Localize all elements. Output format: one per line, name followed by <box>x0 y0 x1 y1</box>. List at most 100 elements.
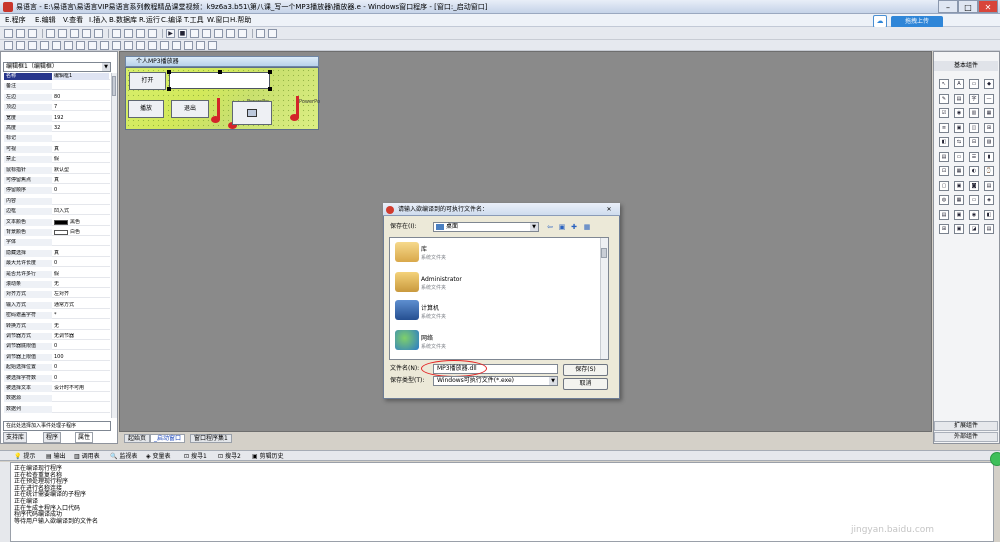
lock-icon[interactable] <box>196 41 205 50</box>
grid-icon[interactable] <box>184 41 193 50</box>
property-row[interactable]: 字体 <box>4 239 110 247</box>
menu-tools[interactable]: T.工具 <box>181 15 207 26</box>
library-folder-icon[interactable] <box>395 242 419 262</box>
property-value[interactable]: 编辑框1 <box>53 73 109 80</box>
align-center-icon[interactable] <box>16 41 25 50</box>
property-value[interactable]: 假 <box>53 156 109 163</box>
property-row[interactable]: 滚动条无 <box>4 281 110 288</box>
property-value[interactable]: 设计时不可用 <box>53 385 109 392</box>
tab-variables[interactable]: ◈ 变量表 <box>146 452 171 461</box>
component-tool-icon[interactable]: ⊞ <box>939 224 949 234</box>
file-item-name[interactable]: Administrator <box>421 276 462 283</box>
new-folder-icon[interactable]: ✚ <box>569 222 579 232</box>
media-player-component[interactable] <box>232 101 272 125</box>
cancel-button[interactable]: 取消 <box>563 378 608 390</box>
align-top-icon[interactable] <box>40 41 49 50</box>
component-tool-icon[interactable]: ▣ <box>954 209 964 220</box>
tab-order-icon[interactable] <box>208 41 217 50</box>
tab-output[interactable]: ▤ 输出 <box>46 452 66 461</box>
property-value[interactable] <box>53 198 109 205</box>
property-row[interactable]: 备注 <box>4 83 110 91</box>
property-row[interactable]: 可停留焦点真 <box>4 177 110 184</box>
component-tool-icon[interactable]: ▣ <box>954 122 964 133</box>
undo-icon[interactable] <box>82 29 91 38</box>
component-tool-icon[interactable]: ◪ <box>969 224 979 234</box>
chevron-down-icon[interactable]: ▼ <box>549 377 557 385</box>
menu-database[interactable]: B.数据库 <box>106 15 140 26</box>
binoculars-icon[interactable] <box>268 29 277 38</box>
component-tool-icon[interactable]: ◉ <box>969 209 979 220</box>
redo-icon[interactable] <box>94 29 103 38</box>
property-row[interactable]: 停留顺序 0 <box>4 187 110 195</box>
property-row[interactable]: 输入方式 通常方式 <box>4 301 110 309</box>
open-file-icon[interactable] <box>16 29 25 38</box>
menu-program[interactable]: E.程序 <box>2 15 29 26</box>
event-selector[interactable]: 在此处选择加入事件处理子程序 <box>3 421 111 431</box>
selection-handle[interactable] <box>167 70 171 74</box>
external-components-button[interactable]: 外部组件 <box>934 432 998 442</box>
selection-handle[interactable] <box>268 70 272 74</box>
bring-front-icon[interactable] <box>160 41 169 50</box>
save-in-combo[interactable]: 桌面 <box>433 222 539 232</box>
exit-button[interactable]: 退出 <box>171 100 209 118</box>
cut-icon[interactable] <box>46 29 55 38</box>
component-tool-icon[interactable]: ◫ <box>969 122 979 133</box>
center-horizontal-icon[interactable] <box>136 41 145 50</box>
window-layout-icon[interactable] <box>124 29 133 38</box>
same-width-icon[interactable] <box>76 41 85 50</box>
property-row[interactable]: 内容 <box>4 197 110 205</box>
maximize-button[interactable]: □ <box>958 0 978 13</box>
run-icon[interactable]: ▶ <box>166 29 175 38</box>
property-row[interactable]: 高度 32 <box>4 125 110 132</box>
component-tool-icon[interactable]: ▮ <box>984 151 994 162</box>
center-vertical-icon[interactable] <box>148 41 157 50</box>
property-value[interactable]: 80 <box>53 94 109 101</box>
property-row[interactable]: 被选择文本 设计时不可用 <box>4 385 110 392</box>
debug-icon[interactable] <box>238 29 247 38</box>
find-icon[interactable] <box>112 29 121 38</box>
component-tool-icon[interactable]: ▣ <box>954 180 964 191</box>
property-value[interactable]: 真 <box>53 177 109 184</box>
component-tool-icon[interactable]: ◈ <box>984 195 994 205</box>
property-row[interactable]: 名称 编辑框1 <box>4 73 110 80</box>
component-tool-icon[interactable]: ⊞ <box>984 122 994 133</box>
property-row[interactable]: 隐藏选择真 <box>4 249 110 257</box>
align-left-icon[interactable] <box>4 41 13 50</box>
property-value[interactable]: 真 <box>53 250 109 257</box>
component-tool-icon[interactable]: — <box>984 93 994 104</box>
property-value[interactable]: 0 <box>53 364 109 371</box>
property-row[interactable]: 左边 80 <box>4 93 110 101</box>
send-back-icon[interactable] <box>172 41 181 50</box>
property-row[interactable]: 边框 凹入式 <box>4 208 110 216</box>
property-value[interactable] <box>53 239 109 246</box>
property-value[interactable]: 7 <box>53 104 109 111</box>
component-tool-icon[interactable]: ⊟ <box>969 137 979 147</box>
file-item-name[interactable]: 计算机 <box>421 305 439 312</box>
property-row[interactable]: 背景颜色 白色 <box>4 229 110 236</box>
tab-startup-window[interactable]: _启动窗口 <box>150 434 186 443</box>
play-button[interactable]: 播放 <box>128 100 164 118</box>
component-tool-icon[interactable]: ▦ <box>984 108 994 118</box>
compile-icon[interactable] <box>256 29 265 38</box>
component-tool-icon[interactable]: ◆ <box>984 79 994 89</box>
component-tool-icon[interactable]: ◧ <box>939 137 949 147</box>
component-tool-icon[interactable]: ◐ <box>969 166 979 176</box>
tab-program[interactable]: 程序 <box>43 432 62 443</box>
component-tool-icon[interactable]: ◉ <box>954 108 964 118</box>
component-tool-icon[interactable]: ⊡ <box>939 166 949 176</box>
step-out-icon[interactable] <box>214 29 223 38</box>
property-value[interactable]: 左对齐 <box>53 291 109 298</box>
property-value[interactable]: 0 <box>53 343 109 350</box>
align-right-icon[interactable] <box>28 41 37 50</box>
component-tool-icon[interactable]: ▤ <box>954 93 964 104</box>
file-path-editbox[interactable] <box>169 72 270 89</box>
property-value[interactable]: 0 <box>53 375 109 382</box>
window-split-icon[interactable] <box>136 29 145 38</box>
menu-help[interactable]: H.帮助 <box>227 15 254 26</box>
save-icon[interactable] <box>28 29 37 38</box>
align-middle-icon[interactable] <box>52 41 61 50</box>
extended-components-button[interactable]: 扩展组件 <box>934 421 998 431</box>
step-over-icon[interactable] <box>202 29 211 38</box>
notification-dot[interactable] <box>990 452 1000 466</box>
save-button[interactable]: 保存(S) <box>563 364 608 376</box>
